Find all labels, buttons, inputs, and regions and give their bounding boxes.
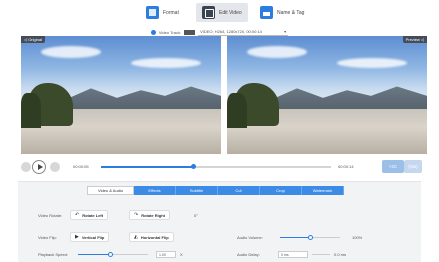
- vertical-flip-button[interactable]: ▶ Vertical Flip: [70, 232, 110, 242]
- total-time: 00:00:14: [338, 164, 354, 169]
- name-tag-icon: [260, 6, 273, 19]
- video-rotate-label: Video Rotate:: [38, 213, 63, 218]
- rotate-right-icon: ↷: [134, 212, 139, 218]
- timeline-progress: [101, 166, 193, 168]
- playback-speed-value: 1.00: [159, 252, 166, 257]
- playback-speed-unit: X: [180, 252, 183, 257]
- audio-delay-suffix: 0.0 ms: [334, 252, 347, 257]
- edit-tab-bar: Video & Audio Effects Subtitle Cut Crop …: [87, 186, 344, 195]
- audio-delay-slider[interactable]: [312, 254, 330, 255]
- edit-video-icon: [202, 6, 215, 19]
- audio-volume-label: Audio Volume:: [237, 235, 263, 240]
- edit-video-window: Format Edit Video Name & Tag Video Track…: [0, 0, 439, 262]
- audio-volume-handle[interactable]: [308, 235, 313, 240]
- preview-badge: Preview ◁: [402, 36, 427, 43]
- tab-video-audio[interactable]: Video & Audio: [87, 186, 134, 195]
- tab-cut[interactable]: Cut: [218, 186, 260, 195]
- audio-delay-label: Audio Delay:: [237, 252, 260, 257]
- tree: [21, 92, 41, 129]
- tab-effects[interactable]: Effects: [134, 186, 176, 195]
- cloud: [337, 58, 407, 68]
- video-track-indicator-icon: [150, 29, 156, 35]
- horizontal-flip-button[interactable]: ◭ Horizontal Flip: [129, 232, 174, 242]
- video-track-value: VIDEO; H264, 1280x720, 00:00:14: [200, 29, 262, 34]
- rotate-left-label: Rotate Left: [82, 212, 104, 218]
- rotate-right-label: Rotate Right: [141, 212, 165, 218]
- cloud: [41, 46, 101, 58]
- tab-name-tag[interactable]: Name & Tag: [254, 3, 310, 22]
- original-preview: ◁ Original: [21, 36, 221, 154]
- tab-edit-video-label: Edit Video: [219, 9, 242, 16]
- audio-volume-value: 100%: [352, 235, 363, 240]
- stop-button[interactable]: [21, 162, 31, 172]
- rotate-right-button[interactable]: ↷ Rotate Right: [129, 210, 170, 220]
- playback-speed-input[interactable]: 1.00: [156, 251, 176, 258]
- cloud: [131, 58, 201, 68]
- apply-button[interactable]: +2C: [382, 160, 404, 173]
- top-tab-bar: Format Edit Video Name & Tag: [0, 0, 439, 24]
- chevron-down-icon: ▾: [284, 29, 287, 34]
- playback-speed-label: Playback Speed:: [38, 252, 69, 257]
- playback-speed-handle[interactable]: [107, 252, 113, 257]
- tree: [227, 92, 247, 129]
- play-button[interactable]: [32, 160, 46, 174]
- playback-speed-fill: [78, 254, 110, 255]
- tab-crop[interactable]: Crop: [260, 186, 302, 195]
- timeline-handle[interactable]: [191, 164, 196, 169]
- audio-volume-fill: [280, 237, 310, 238]
- vertical-flip-label: Vertical Flip: [81, 234, 105, 240]
- horizontal-flip-label: Horizontal Flip: [140, 234, 169, 240]
- tab-watermark[interactable]: Watermark: [302, 186, 344, 195]
- video-track-label: Video Track:: [158, 29, 182, 35]
- audio-delay-value: 0 ms: [281, 252, 289, 257]
- video-flip-label: Video Flip:: [38, 235, 57, 240]
- playback-speed-slider[interactable]: [78, 254, 148, 255]
- video-track-select[interactable]: VIDEO; H264, 1280x720, 00:00:14 ▾: [198, 28, 289, 36]
- horizontal-flip-icon: ◭: [134, 234, 138, 240]
- vertical-flip-icon: ▶: [75, 234, 79, 240]
- playback-bar: 00:00:05 00:00:14 +2C (Sw): [0, 158, 439, 176]
- tab-name-tag-label: Name & Tag: [277, 9, 305, 16]
- audio-delay-input[interactable]: 0 ms: [278, 251, 308, 258]
- tab-edit-video[interactable]: Edit Video: [196, 3, 248, 22]
- tab-format-label: Format: [163, 9, 179, 16]
- switch-button[interactable]: (Sw): [404, 160, 422, 173]
- rotate-left-icon: ↶: [75, 212, 80, 218]
- cloud: [247, 46, 307, 58]
- current-time: 00:00:05: [73, 164, 89, 169]
- format-icon: [146, 6, 159, 19]
- rotate-left-button[interactable]: ↶ Rotate Left: [70, 210, 109, 220]
- output-preview: Preview ◁: [227, 36, 427, 154]
- rotation-degree: 0°: [194, 213, 198, 218]
- tab-format[interactable]: Format: [140, 3, 185, 22]
- tab-subtitle[interactable]: Subtitle: [176, 186, 218, 195]
- film-icon: [184, 29, 196, 35]
- next-frame-button[interactable]: [50, 162, 60, 172]
- original-badge: ◁ Original: [21, 36, 45, 43]
